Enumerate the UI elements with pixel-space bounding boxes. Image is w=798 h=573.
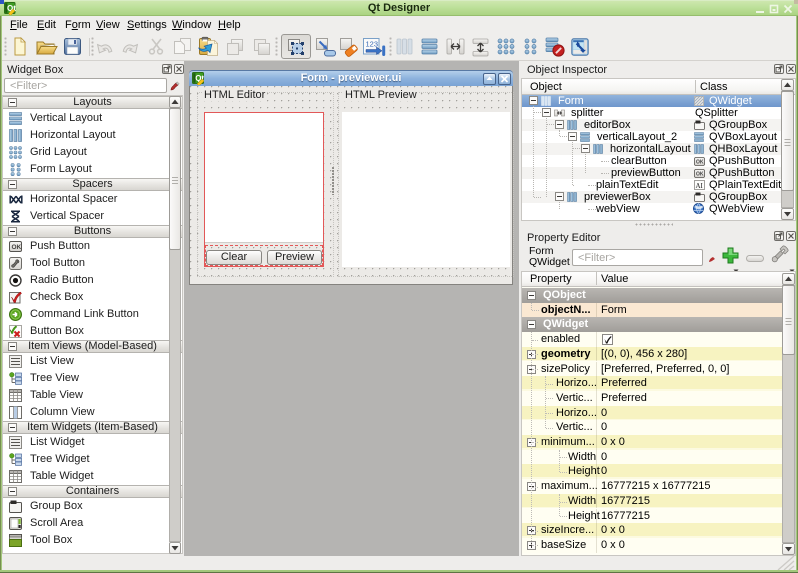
svg-text:OK: OK [696, 160, 704, 166]
svg-text:OK: OK [12, 244, 22, 251]
svg-text:AI: AI [696, 182, 704, 190]
svg-text:OK: OK [696, 172, 704, 178]
svg-text:123: 123 [366, 40, 379, 49]
